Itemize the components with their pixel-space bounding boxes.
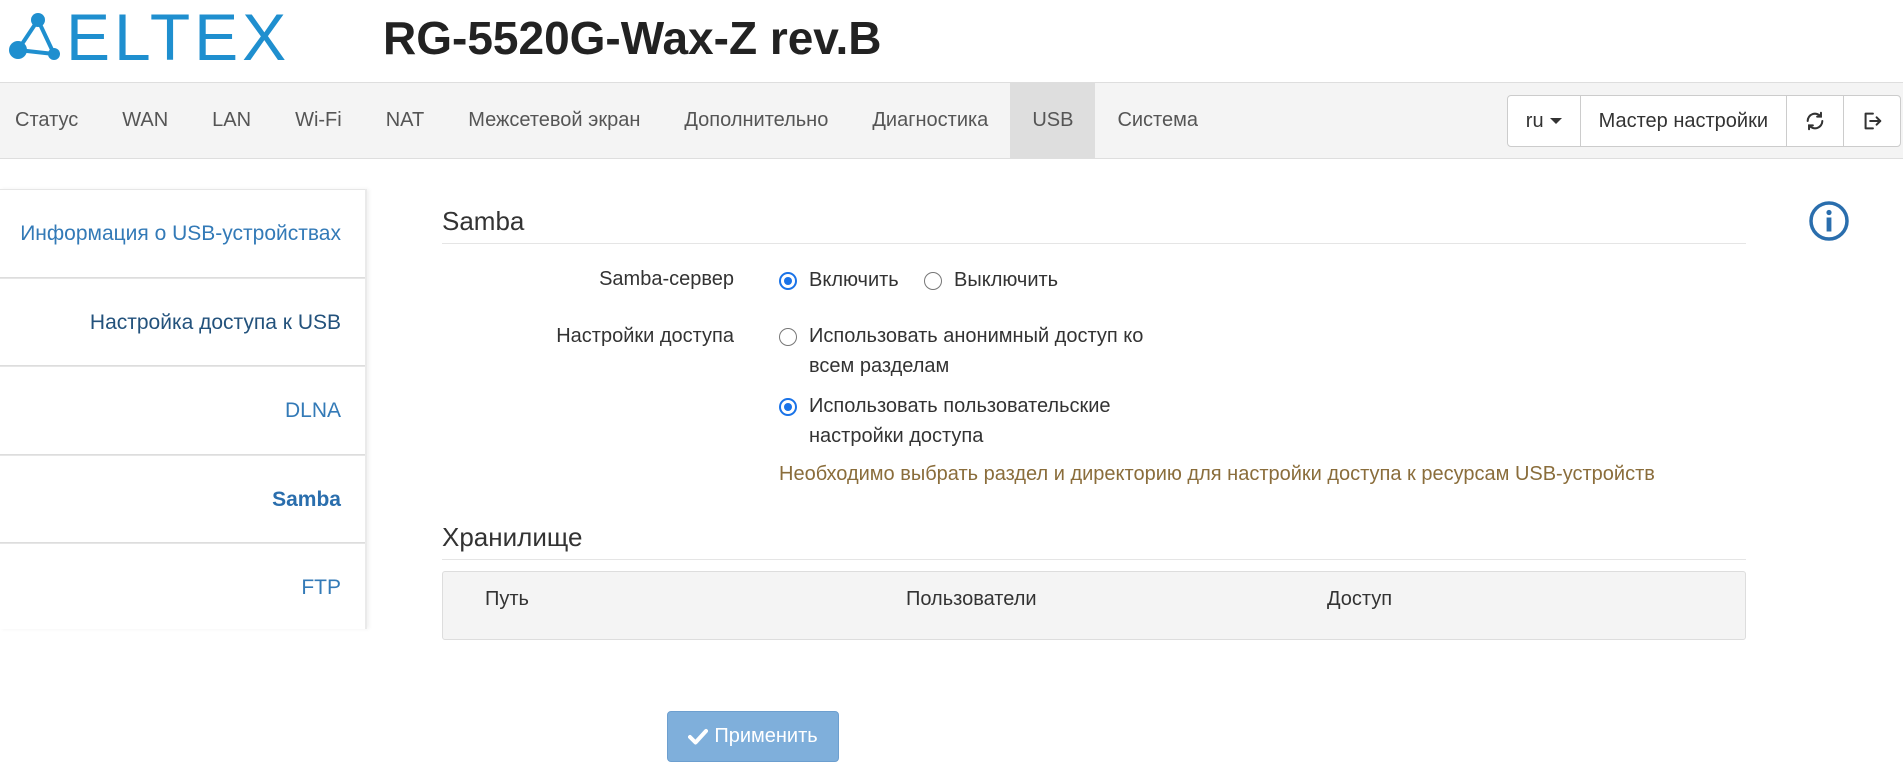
user-access-radio[interactable] bbox=[779, 398, 797, 416]
column-access: Доступ bbox=[1327, 588, 1393, 610]
samba-server-label: Samba-сервер bbox=[599, 268, 734, 290]
language-dropdown[interactable]: ru bbox=[1508, 96, 1580, 146]
storage-section-title: Хранилище bbox=[442, 522, 1746, 560]
user-access-label-line1: Использовать пользовательские bbox=[809, 395, 1111, 417]
header: ELTEX RG-5520G-Wax-Z rev.B bbox=[0, 0, 1903, 82]
tab-nat[interactable]: NAT bbox=[364, 83, 447, 158]
samba-enable-label: Включить bbox=[809, 269, 899, 291]
apply-label: Применить bbox=[714, 725, 818, 747]
sidebar-item-usb-access[interactable]: Настройка доступа к USB bbox=[0, 277, 365, 366]
logout-icon bbox=[1864, 112, 1882, 130]
samba-disable-label: Выключить bbox=[954, 269, 1059, 291]
column-path: Путь bbox=[485, 588, 529, 610]
chevron-down-icon bbox=[1549, 118, 1562, 124]
tab-wan[interactable]: WAN bbox=[100, 83, 190, 158]
sidebar-item-ftp[interactable]: FTP bbox=[0, 543, 365, 632]
nav-actions: ru Мастер настройки bbox=[1506, 95, 1901, 147]
user-access-label-line2: настройки доступа bbox=[809, 425, 984, 447]
sidebar-item-usb-info[interactable]: Информация о USB-устройствах bbox=[0, 189, 365, 278]
column-users: Пользователи bbox=[906, 588, 1037, 610]
refresh-button[interactable] bbox=[1786, 96, 1843, 146]
refresh-icon bbox=[1806, 111, 1824, 131]
sidebar-item-dlna[interactable]: DLNA bbox=[0, 366, 365, 455]
anonymous-access-radio[interactable] bbox=[779, 328, 797, 346]
check-icon bbox=[688, 728, 709, 744]
tab-status[interactable]: Статус bbox=[0, 83, 100, 158]
access-hint-text: Необходимо выбрать раздел и директорию д… bbox=[779, 463, 1655, 485]
storage-table-header: Путь Пользователи Доступ bbox=[442, 571, 1746, 640]
tab-advanced[interactable]: Дополнительно bbox=[662, 83, 850, 158]
tab-diagnostics[interactable]: Диагностика bbox=[850, 83, 1010, 158]
tab-system[interactable]: Система bbox=[1095, 83, 1220, 158]
eltex-logo: ELTEX bbox=[4, 0, 291, 74]
logout-button[interactable] bbox=[1843, 96, 1900, 146]
tab-wifi[interactable]: Wi-Fi bbox=[273, 83, 364, 158]
samba-section-title: Samba bbox=[442, 206, 1746, 244]
info-icon[interactable] bbox=[1808, 200, 1850, 242]
setup-wizard-button[interactable]: Мастер настройки bbox=[1579, 96, 1786, 146]
apply-button[interactable]: Применить bbox=[667, 711, 839, 762]
tab-firewall[interactable]: Межсетевой экран bbox=[446, 83, 662, 158]
sidebar: Информация о USB-устройствах Настройка д… bbox=[0, 189, 367, 629]
eltex-logo-mark-icon bbox=[9, 13, 60, 60]
language-value: ru bbox=[1525, 110, 1544, 132]
device-model-title: RG-5520G-Wax-Z rev.B bbox=[383, 12, 882, 64]
tab-usb[interactable]: USB bbox=[1010, 83, 1096, 158]
tab-lan[interactable]: LAN bbox=[190, 83, 273, 158]
nav-tabs: Статус WAN LAN Wi-Fi NAT Межсетевой экра… bbox=[0, 83, 1220, 158]
access-settings-label: Настройки доступа bbox=[556, 325, 734, 347]
anonymous-access-label-line2: всем разделам bbox=[809, 355, 950, 377]
sidebar-item-samba[interactable]: Samba bbox=[0, 454, 365, 543]
anonymous-access-label-line1: Использовать анонимный доступ ко bbox=[809, 325, 1144, 347]
samba-disable-radio[interactable] bbox=[924, 272, 942, 290]
samba-enable-radio[interactable] bbox=[779, 272, 797, 290]
top-navigation: Статус WAN LAN Wi-Fi NAT Межсетевой экра… bbox=[0, 82, 1903, 159]
logo-text: ELTEX bbox=[66, 0, 291, 74]
